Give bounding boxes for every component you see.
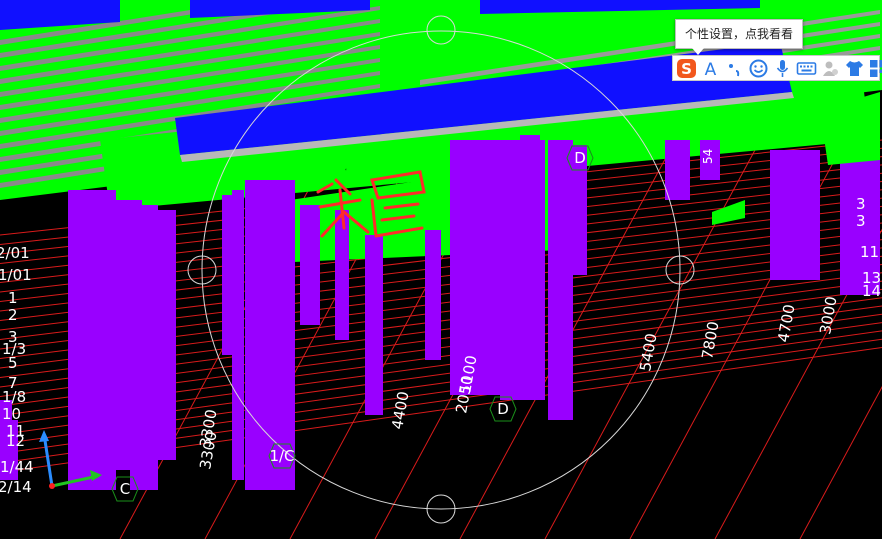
svg-text:A: A	[705, 60, 717, 79]
axis-label-left: 1/44	[0, 458, 34, 476]
sogou-logo-icon[interactable]: S	[676, 58, 697, 79]
column-3	[150, 210, 176, 460]
grid-bubble-label: D	[497, 400, 509, 418]
column-13	[520, 135, 540, 345]
grid-bubble-label: C	[120, 480, 130, 498]
axis-label-right: 3	[856, 212, 866, 230]
emoji-icon[interactable]	[748, 58, 769, 79]
font-icon[interactable]: A	[700, 58, 721, 79]
top-right-label: 54	[701, 149, 715, 164]
column-16	[665, 140, 690, 200]
user-icon[interactable]	[820, 58, 841, 79]
grid-bubble-label: 1/C	[269, 447, 294, 465]
axis-label-left: 12	[6, 432, 25, 450]
column-0	[68, 190, 116, 490]
grid-bubble-label: D	[574, 149, 586, 167]
revit-3d-viewport[interactable]: 楼层 2/01 1/01 1 2 3 1/3 5 7 1/8 10 11 12 1/44 2/14 331…	[0, 0, 882, 539]
ime-settings-tooltip: 个性设置，点我看看	[675, 19, 803, 55]
column-9	[365, 235, 383, 415]
column-5	[232, 190, 244, 480]
axis-label-left: 2/01	[0, 244, 30, 262]
microphone-icon[interactable]	[772, 58, 793, 79]
axis-label-left: 1/01	[0, 266, 32, 284]
axis-label-left: 1	[8, 289, 18, 307]
column-6	[222, 195, 232, 355]
skin-shirt-icon[interactable]	[844, 58, 865, 79]
axis-label-right: 11	[860, 243, 879, 261]
axis-label-left: 5	[8, 354, 18, 372]
axis-label-left: 2	[8, 306, 18, 324]
axis-label-left: 2/14	[0, 478, 32, 496]
ime-toolbar[interactable]: S A	[672, 55, 882, 81]
axis-label-right: 14	[862, 282, 881, 300]
axis-label-left: 1/8	[2, 388, 26, 406]
axis-label-right: 3	[856, 195, 866, 213]
toolbox-icon[interactable]	[868, 58, 882, 79]
keyboard-icon[interactable]	[796, 58, 817, 79]
column-14	[548, 140, 573, 420]
column-18	[770, 150, 820, 280]
svg-text:S: S	[681, 60, 692, 78]
axis-label-left: 10	[2, 405, 21, 423]
column-10	[425, 230, 441, 360]
column-8	[335, 210, 349, 340]
column-7	[300, 205, 320, 325]
punctuation-icon[interactable]	[724, 58, 745, 79]
